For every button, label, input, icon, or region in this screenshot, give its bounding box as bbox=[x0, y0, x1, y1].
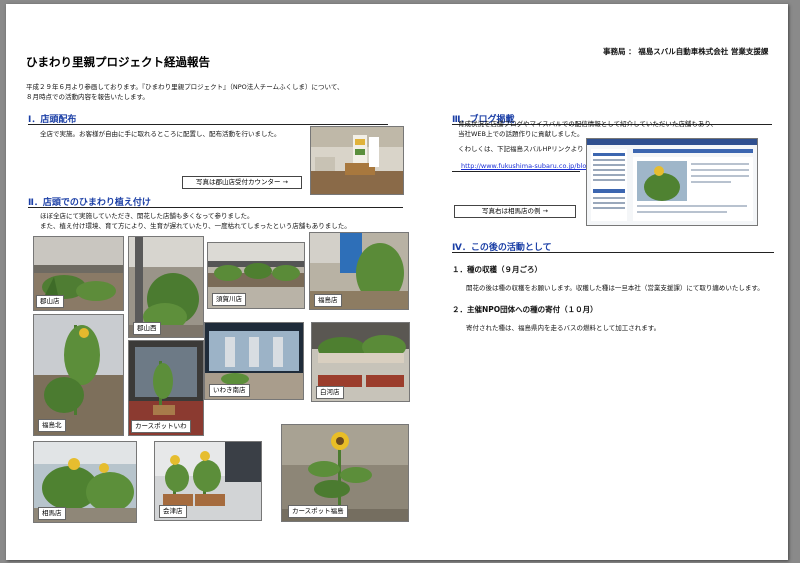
blog-screenshot bbox=[586, 138, 758, 226]
caption-koriyama-nishi: 郡山西 bbox=[133, 322, 161, 335]
report-page: 事務局 ： 福島スバル自動車株式会社 営業支援課 ひまわり里親プロジェクト経過報… bbox=[6, 4, 788, 560]
page-title: ひまわり里親プロジェクト経過報告 bbox=[26, 55, 210, 69]
caption-fukushima-kita: 福島北 bbox=[38, 419, 66, 432]
section3-link-rule bbox=[452, 171, 580, 172]
caption-shirakawa: 白河店 bbox=[316, 386, 344, 399]
section2-line-2: また、植え付け環境、育て方により、生育が遅れていたり、一度枯れてしまったという店… bbox=[40, 221, 351, 230]
section4-sub2: ２．主催NPO団体への種の寄付（１０月） bbox=[452, 305, 598, 314]
photo-soma: 相馬店 bbox=[33, 441, 137, 523]
caption-iwaki-minami: いわき南店 bbox=[209, 384, 250, 397]
section4-rule bbox=[452, 252, 774, 253]
reception-counter-photo bbox=[310, 126, 404, 195]
intro-text: 平成２９年６月より参画しております。『ひまわり里親プロジェクト』（NPO法人チー… bbox=[26, 83, 344, 102]
caption-carsport-iwaki: カースポットいわ bbox=[131, 420, 191, 433]
organization-label: 事務局 ： 福島スバル自動車株式会社 営業支援課 bbox=[603, 47, 769, 56]
photo-shirakawa: 白河店 bbox=[311, 322, 410, 402]
caption-sukagawa: 須賀川店 bbox=[212, 293, 246, 306]
blog-link[interactable]: http://www.fukushima-subaru.co.jp/blo bbox=[461, 162, 586, 170]
photo-fukushima: 福島店 bbox=[309, 232, 409, 310]
section2-line-1: ほぼ全店にて実施していただき、開花した店舗も多くなって参りました。 bbox=[40, 212, 254, 220]
photo-aizu: 会津店 bbox=[154, 441, 262, 521]
section4-text1: 開花の後は種の収穫をお願いします。収穫した種は一旦本社（営業支援課）にて取り纏め… bbox=[466, 284, 764, 292]
photo-koriyama-nishi: 郡山西 bbox=[128, 236, 204, 338]
caption-aizu: 会津店 bbox=[159, 505, 187, 518]
photo-carsport-iwaki: カースポットいわ bbox=[128, 340, 204, 436]
photo-carsport-fukushima: カースポット福島 bbox=[281, 424, 409, 522]
section4-text2: 寄付された種は、福島県内を走るバスの燃料として加工されます。 bbox=[466, 324, 661, 332]
section1-rule bbox=[28, 124, 388, 125]
photo-iwaki-minami: いわき南店 bbox=[204, 322, 304, 400]
section2-text: ほぼ全店にて実施していただき、開花した店舗も多くなって参りました。 また、植え付… bbox=[40, 212, 351, 231]
section1-text: 全店で実施。お客様が自由に手に取れるところに配置し、配布活動を行いました。 bbox=[40, 130, 281, 138]
section3-text: 育成状況を店舗ブログやマイスバルでの配信情報として紹介していただいた店舗もあり、… bbox=[458, 120, 717, 139]
section4-sub1: １．種の収穫（９月ごろ） bbox=[452, 265, 542, 274]
photo-sukagawa: 須賀川店 bbox=[207, 242, 305, 309]
section2-rule bbox=[28, 207, 403, 208]
section3-line-1: 育成状況を店舗ブログやマイスバルでの配信情報として紹介していただいた店舗もあり、 bbox=[458, 120, 718, 128]
caption-fukushima: 福島店 bbox=[314, 294, 342, 307]
caption-carsport-fukushima: カースポット福島 bbox=[288, 505, 348, 518]
intro-line-1: 平成２９年６月より参画しております。『ひまわり里親プロジェクト』（NPO法人チー… bbox=[26, 83, 344, 91]
section3-line-3: くわしくは、下記福島スバルHPリンクより bbox=[458, 145, 584, 153]
photo-fukushima-kita: 福島北 bbox=[33, 314, 124, 436]
section1-photo-button[interactable]: 写真は郡山店受付カウンター → bbox=[182, 176, 302, 189]
caption-koriyama: 郡山店 bbox=[36, 295, 64, 308]
intro-line-2: ８月時点での活動内容を報告いたします。 bbox=[26, 92, 149, 101]
caption-soma: 相馬店 bbox=[38, 507, 66, 520]
section3-photo-button[interactable]: 写真右は相馬店の例 → bbox=[454, 205, 576, 218]
photo-koriyama: 郡山店 bbox=[33, 236, 124, 311]
